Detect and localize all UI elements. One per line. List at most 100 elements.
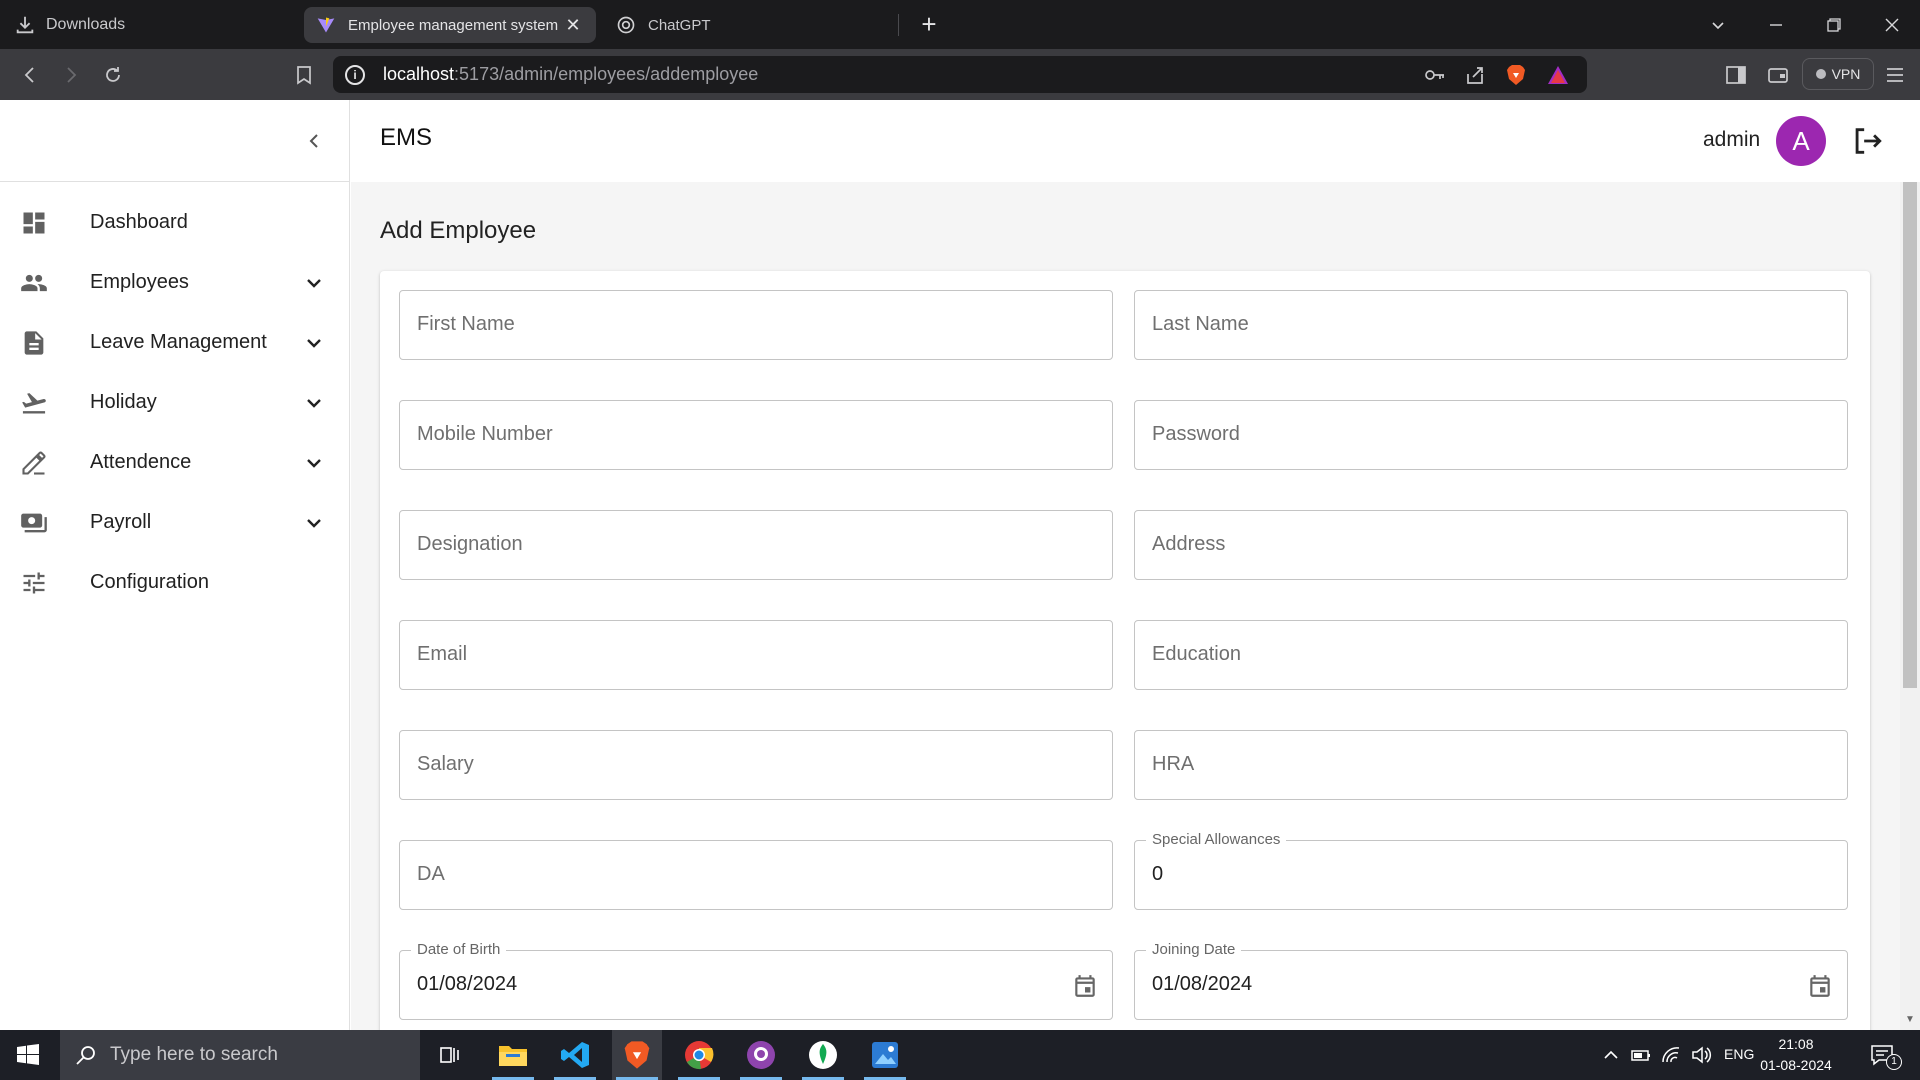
notification-center-button[interactable]: 1 [1866, 1040, 1906, 1072]
task-view-button[interactable] [425, 1030, 475, 1080]
sidebar-header [0, 100, 349, 182]
tab-search-button[interactable] [1690, 0, 1746, 49]
calendar-icon[interactable] [1807, 973, 1833, 999]
close-window-button[interactable] [1864, 0, 1920, 49]
github-icon [747, 1041, 775, 1069]
password-field[interactable]: Password [1134, 400, 1848, 470]
salary-field[interactable]: Salary [399, 730, 1113, 800]
new-tab-button[interactable]: + [912, 8, 946, 42]
avatar[interactable]: A [1776, 116, 1826, 166]
minimize-button[interactable] [1748, 0, 1804, 49]
address-placeholder: Address [1152, 533, 1226, 555]
reload-button[interactable] [93, 49, 133, 100]
sidebar-item-attendence[interactable]: Attendence [0, 432, 349, 492]
url-path: :5173/admin/employees/addemployee [454, 64, 759, 84]
sidebar-item-holiday[interactable]: Holiday [0, 372, 349, 432]
education-field[interactable]: Education [1134, 620, 1848, 690]
chevron-down-icon[interactable] [302, 511, 326, 535]
volume-icon[interactable] [1690, 1044, 1712, 1066]
language-indicator[interactable]: ENG [1724, 1046, 1754, 1062]
sidebar: Dashboard Employees Leave Management Hol… [0, 100, 350, 1030]
bookmark-icon [297, 65, 311, 85]
chevron-down-icon[interactable] [302, 391, 326, 415]
salary-placeholder: Salary [417, 753, 474, 775]
document-icon [24, 331, 44, 355]
calendar-icon[interactable] [1072, 973, 1098, 999]
tab-chatgpt[interactable]: ChatGPT [604, 7, 894, 43]
close-tab-icon[interactable]: ✕ [562, 15, 584, 36]
url-host: localhost [383, 64, 455, 84]
folder-icon [499, 1046, 527, 1066]
vpn-status-icon [1815, 69, 1826, 79]
system-clock[interactable]: 21:08 01-08-2024 [1756, 1034, 1836, 1076]
sidebar-item-configuration[interactable]: Configuration [0, 552, 349, 612]
sidebar-item-payroll[interactable]: Payroll [0, 492, 349, 552]
flight-takeoff-icon [22, 393, 46, 414]
share-icon [1467, 66, 1483, 84]
vscode-icon [561, 1042, 589, 1068]
vscode-app[interactable] [550, 1030, 600, 1080]
windows-taskbar: Type here to search ENG 21:08 01-08-2024… [0, 1030, 1920, 1080]
vpn-button[interactable]: VPN [1802, 58, 1874, 90]
email-field[interactable]: Email [399, 620, 1113, 690]
photos-icon [872, 1042, 898, 1068]
hra-field[interactable]: HRA [1134, 730, 1848, 800]
restore-button[interactable] [1806, 0, 1862, 49]
sidebar-item-dashboard[interactable]: Dashboard [0, 192, 349, 252]
github-desktop-app[interactable] [736, 1030, 786, 1080]
app-header: EMS admin A [350, 100, 1920, 182]
taskbar-search-box[interactable]: Type here to search [60, 1030, 420, 1080]
mongodb-compass-app[interactable] [798, 1030, 848, 1080]
battery-icon[interactable] [1630, 1044, 1652, 1066]
chevron-down-icon[interactable] [302, 331, 326, 355]
windows-start-icon[interactable] [16, 1043, 40, 1067]
chevron-down-icon[interactable] [302, 451, 326, 475]
page-scrollbar-thumb[interactable] [1903, 182, 1917, 688]
main-content: Add Employee First Name Last Name Mobile… [351, 182, 1900, 1030]
photos-app[interactable] [860, 1030, 910, 1080]
share-button[interactable] [1459, 56, 1491, 93]
url-text[interactable]: localhost:5173/admin/employees/addemploy… [383, 64, 758, 85]
designation-field[interactable]: Designation [399, 510, 1113, 580]
joining-date-field[interactable]: Joining Date 01/08/2024 [1134, 941, 1848, 1020]
last-name-field[interactable]: Last Name [1134, 290, 1848, 360]
wallet-button[interactable] [1758, 49, 1798, 100]
mobile-number-field[interactable]: Mobile Number [399, 400, 1113, 470]
file-explorer-app[interactable] [488, 1030, 538, 1080]
page-title: Add Employee [380, 217, 537, 244]
scroll-down-arrow-icon[interactable]: ▼ [1903, 1014, 1917, 1028]
sidebar-item-label: Leave Management [90, 330, 267, 353]
tab-employee-management[interactable]: Employee management system ✕ [304, 7, 596, 43]
education-placeholder: Education [1152, 643, 1241, 665]
special-allowances-field[interactable]: Special Allowances 0 [1134, 831, 1848, 910]
back-button[interactable] [10, 49, 50, 100]
address-field[interactable]: Address [1134, 510, 1848, 580]
brave-rewards-button[interactable] [1542, 56, 1574, 93]
bookmark-button[interactable] [284, 49, 324, 100]
downloads-button[interactable]: Downloads [14, 0, 125, 49]
wifi-icon[interactable] [1660, 1044, 1682, 1066]
special-allowances-value: 0 [1152, 863, 1164, 885]
sidebar-item-leave-management[interactable]: Leave Management [0, 312, 349, 372]
da-field[interactable]: DA [399, 840, 1113, 910]
first-name-field[interactable]: First Name [399, 290, 1113, 360]
hamburger-menu-icon [1887, 67, 1903, 82]
forward-button[interactable] [51, 49, 91, 100]
collapse-sidebar-button[interactable] [300, 126, 330, 156]
sidebar-toggle-button[interactable] [1716, 49, 1756, 100]
chevron-down-icon[interactable] [302, 271, 326, 295]
brave-shields-button[interactable] [1500, 56, 1532, 93]
address-bar[interactable]: i localhost:5173/admin/employees/addempl… [333, 56, 1587, 93]
date-of-birth-field[interactable]: Date of Birth 01/08/2024 [399, 941, 1113, 1020]
username-label: admin [1703, 128, 1761, 151]
sidebar-item-employees[interactable]: Employees [0, 252, 349, 312]
site-info-icon[interactable]: i [345, 64, 365, 85]
menu-button[interactable] [1875, 49, 1915, 100]
chevron-down-icon [1712, 21, 1724, 29]
brave-icon [624, 1041, 650, 1069]
chevron-up-icon[interactable] [1600, 1044, 1622, 1066]
chrome-app[interactable] [674, 1030, 724, 1080]
brave-browser-app[interactable] [612, 1030, 662, 1080]
logout-icon[interactable] [1850, 124, 1884, 158]
password-key-button[interactable] [1419, 56, 1451, 93]
